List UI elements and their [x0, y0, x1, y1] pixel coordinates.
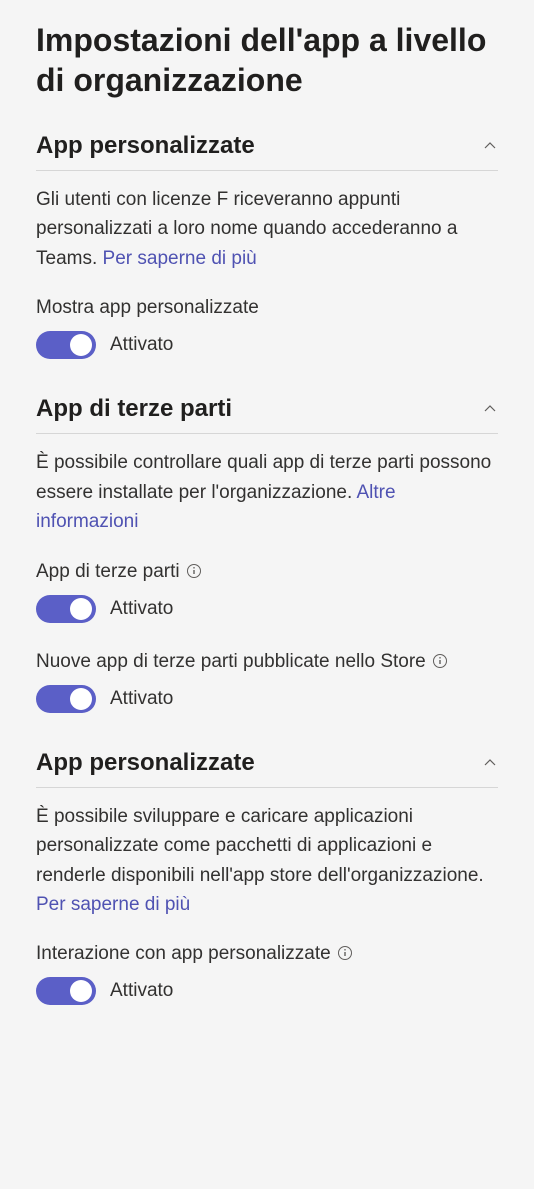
- field-label: Interazione con app personalizzate: [36, 943, 498, 965]
- chevron-up-icon: [482, 401, 498, 417]
- section-tailored-apps: App personalizzate Gli utenti con licenz…: [36, 132, 498, 359]
- info-icon[interactable]: [432, 653, 450, 671]
- section-title: App personalizzate: [36, 132, 255, 160]
- toggle-thirdparty[interactable]: [36, 595, 96, 623]
- section-thirdparty-apps: App di terze parti È possibile controlla…: [36, 395, 498, 712]
- label-text: Nuove app di terze parti pubblicate nell…: [36, 651, 426, 673]
- field-label: App di terze parti: [36, 561, 498, 583]
- field-label: Nuove app di terze parti pubblicate nell…: [36, 651, 498, 673]
- toggle-state-label: Attivato: [110, 334, 173, 356]
- section-title: App di terze parti: [36, 395, 232, 423]
- toggle-state-label: Attivato: [110, 688, 173, 710]
- section-header-thirdparty[interactable]: App di terze parti: [36, 395, 498, 434]
- field-new-thirdparty: Nuove app di terze parti pubblicate nell…: [36, 651, 498, 713]
- learn-more-link[interactable]: Per saperne di più: [36, 894, 190, 915]
- toggle-state-label: Attivato: [110, 598, 173, 620]
- section-description: Gli utenti con licenze F riceveranno app…: [36, 185, 498, 273]
- learn-more-link[interactable]: Per saperne di più: [103, 248, 257, 269]
- info-icon[interactable]: [186, 563, 204, 581]
- section-custom-apps: App personalizzate È possibile sviluppar…: [36, 749, 498, 1006]
- chevron-up-icon: [482, 755, 498, 771]
- section-description: È possibile controllare quali app di ter…: [36, 448, 498, 536]
- desc-text: È possibile controllare quali app di ter…: [36, 452, 491, 502]
- desc-text: È possibile sviluppare e caricare applic…: [36, 806, 484, 886]
- label-text: App di terze parti: [36, 561, 180, 583]
- field-show-tailored: Mostra app personalizzate Attivato: [36, 297, 498, 359]
- toggle-show-tailored[interactable]: [36, 331, 96, 359]
- field-custom-interaction: Interazione con app personalizzate Attiv…: [36, 943, 498, 1005]
- section-header-custom[interactable]: App personalizzate: [36, 749, 498, 788]
- label-text: Interazione con app personalizzate: [36, 943, 331, 965]
- section-title: App personalizzate: [36, 749, 255, 777]
- toggle-state-label: Attivato: [110, 980, 173, 1002]
- field-label: Mostra app personalizzate: [36, 297, 498, 319]
- field-thirdparty: App di terze parti Attivato: [36, 561, 498, 623]
- chevron-up-icon: [482, 138, 498, 154]
- info-icon[interactable]: [337, 945, 355, 963]
- page-title: Impostazioni dell'app a livello di organ…: [36, 20, 498, 100]
- section-header-tailored[interactable]: App personalizzate: [36, 132, 498, 171]
- toggle-new-thirdparty[interactable]: [36, 685, 96, 713]
- toggle-custom-interaction[interactable]: [36, 977, 96, 1005]
- section-description: È possibile sviluppare e caricare applic…: [36, 802, 498, 920]
